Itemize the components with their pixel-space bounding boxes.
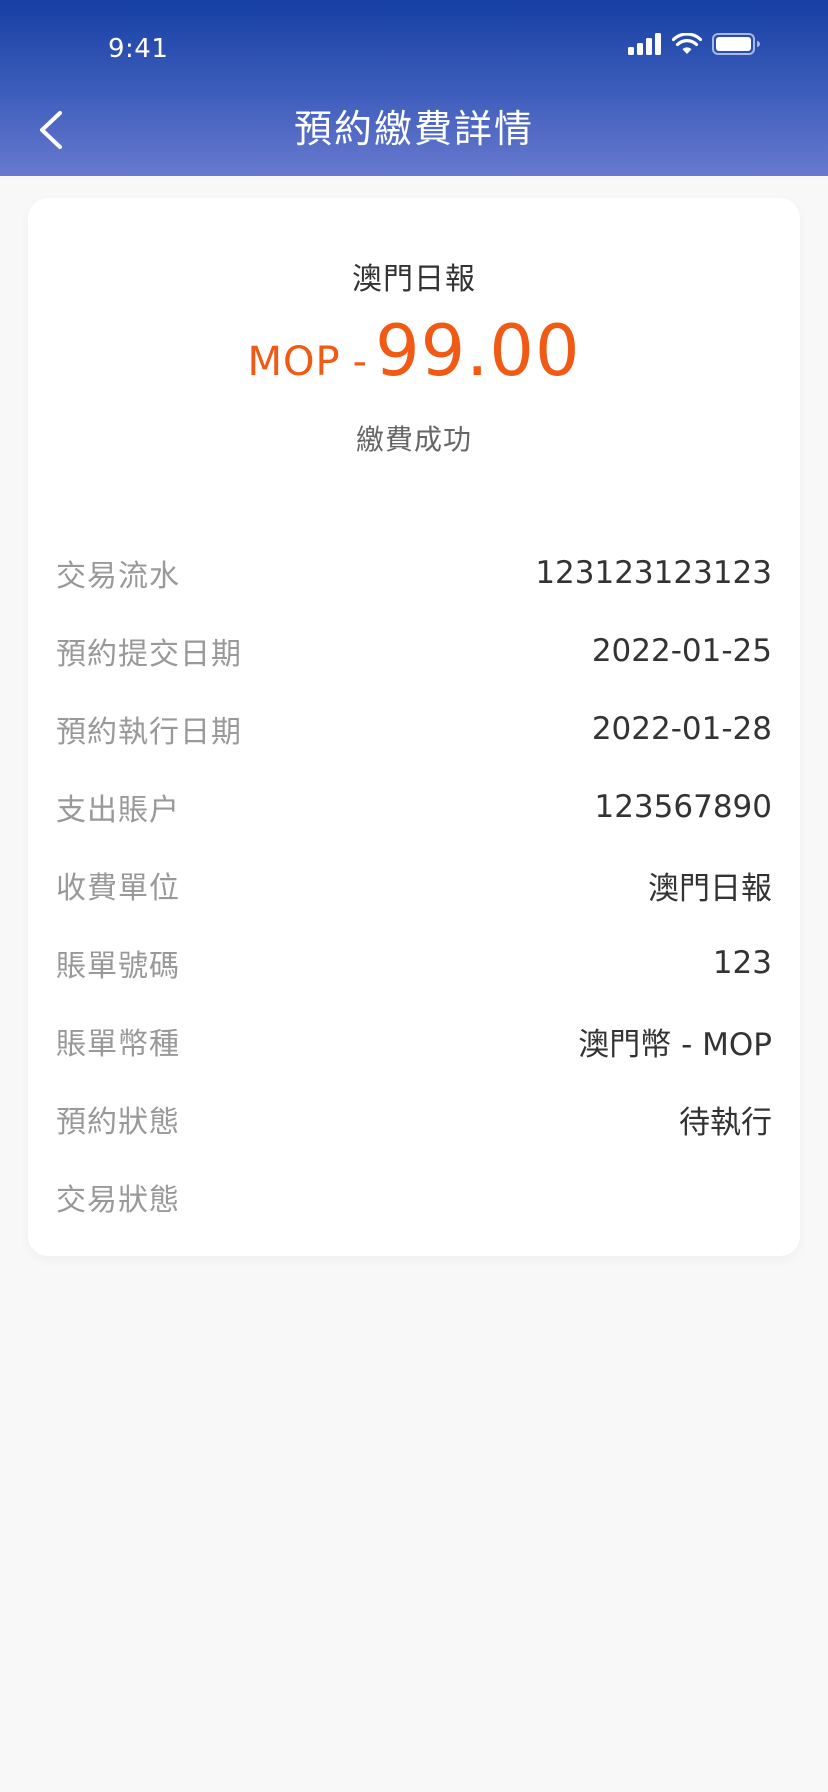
amount-currency: MOP [247, 339, 341, 385]
payment-amount: MOP - 99.00 [28, 310, 800, 396]
detail-row-bill-currency: 賬單幣種 澳門幣 - MOP [56, 1002, 772, 1080]
detail-row-execution-date: 預約執行日期 2022-01-28 [56, 690, 772, 768]
amount-value: 99.00 [375, 310, 581, 392]
merchant-name: 澳門日報 [352, 262, 476, 297]
app-header: 9:41 預約繳費詳情 [0, 0, 828, 176]
status-icons [628, 32, 760, 60]
detail-row-payee: 收費單位 澳門日報 [56, 846, 772, 924]
detail-value: 2022-01-28 [591, 711, 772, 747]
detail-row-transaction-id: 交易流水 123123123123 [56, 534, 772, 612]
detail-label: 收費單位 [56, 871, 180, 906]
detail-row-debit-account: 支出賬户 123567890 [56, 768, 772, 846]
battery-icon [712, 33, 760, 59]
payment-status: 繳費成功 [355, 423, 472, 456]
page-title: 預約繳費詳情 [293, 107, 534, 151]
detail-label: 預約執行日期 [56, 715, 242, 750]
amount-sign: - [352, 339, 368, 385]
payment-detail-card: 澳門日報 MOP - 99.00 繳費成功 交易流水 123123123123 … [28, 198, 800, 1256]
detail-value: 123 [712, 945, 772, 981]
detail-label: 預約狀態 [56, 1105, 180, 1140]
status-time: 9:41 [108, 34, 169, 64]
detail-value: 123567890 [594, 789, 772, 825]
detail-row-schedule-status: 預約狀態 待執行 [56, 1080, 772, 1158]
detail-label: 賬單幣種 [56, 1027, 180, 1062]
detail-label: 交易流水 [56, 559, 180, 594]
detail-label: 支出賬户 [56, 793, 180, 828]
detail-list: 交易流水 123123123123 預約提交日期 2022-01-25 預約執行… [56, 534, 772, 1236]
detail-label: 交易狀態 [56, 1183, 180, 1218]
detail-value: 123123123123 [535, 555, 772, 591]
cellular-signal-icon [628, 33, 662, 59]
detail-value: 2022-01-25 [591, 633, 772, 669]
wifi-icon [671, 32, 703, 59]
detail-label: 預約提交日期 [56, 637, 242, 672]
detail-row-transaction-status: 交易狀態 [56, 1158, 772, 1236]
detail-row-bill-number: 賬單號碼 123 [56, 924, 772, 1002]
detail-value: 澳門幣 - MOP [578, 1026, 772, 1063]
detail-row-submit-date: 預約提交日期 2022-01-25 [56, 612, 772, 690]
detail-value: 待執行 [679, 1104, 772, 1141]
detail-value: 澳門日報 [648, 870, 772, 907]
detail-label: 賬單號碼 [56, 949, 180, 984]
